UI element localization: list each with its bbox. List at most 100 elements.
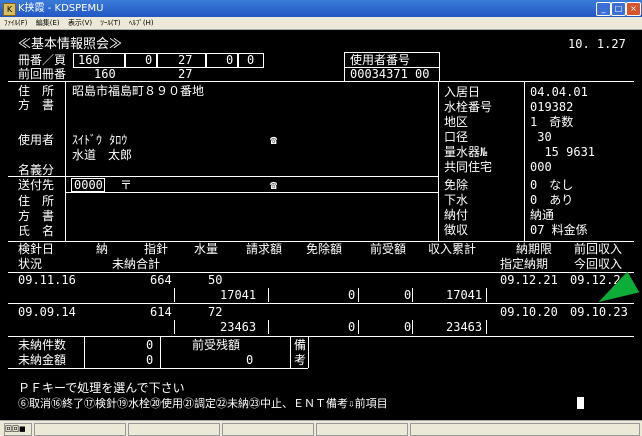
info-value: 0 なし xyxy=(530,178,574,192)
divider xyxy=(8,368,308,369)
window-title: K挟霞 - KDSPEMU xyxy=(18,3,104,14)
sendto-phone-icon: ☎ xyxy=(270,178,278,192)
divider xyxy=(8,81,634,82)
info-label: 納付 xyxy=(444,208,469,222)
divider xyxy=(268,320,269,334)
status-cell xyxy=(316,423,408,436)
user-label: 使用者 xyxy=(18,133,55,147)
info-value: 04.04.01 xyxy=(530,85,588,99)
note-label-2: 考 xyxy=(294,353,307,367)
status-cell xyxy=(410,423,640,436)
page-title: ≪基本情報照会≫ xyxy=(18,37,123,52)
prepaid-balance-label: 前受残額 xyxy=(192,338,241,352)
emulator-window: K K挟霞 - KDSPEMU _ □ × ﾌｧｲﾙ(F) 編集(E) 表示(V… xyxy=(0,0,642,436)
prepaid-balance: 0 xyxy=(246,353,254,367)
text-cursor xyxy=(577,397,584,409)
menu-bar: ﾌｧｲﾙ(F) 編集(E) 表示(V) ﾂｰﾙ(T) ﾍﾙﾌﾟ(H) xyxy=(0,17,642,30)
info-label: 徴収 xyxy=(444,223,469,237)
col-header: 前受額 xyxy=(370,242,407,256)
col-header: 状況 xyxy=(18,257,43,271)
close-button[interactable]: × xyxy=(626,2,641,16)
row-date: 09.09.14 xyxy=(18,305,76,319)
info-value: 07 料金係 xyxy=(530,223,588,237)
prompt-text: ＰＦキーで処理を選んで下さい xyxy=(18,381,185,395)
book-number-value: 160 xyxy=(78,53,100,67)
title-bar[interactable]: K K挟霞 - KDSPEMU _ □ × xyxy=(0,0,642,17)
book-sub-value: 0 xyxy=(145,53,153,67)
col-header: 未納合計 xyxy=(112,257,161,271)
col-header: 今回収入 xyxy=(574,257,623,271)
menu-file[interactable]: ﾌｧｲﾙ(F) xyxy=(4,19,28,27)
divider xyxy=(486,320,487,334)
row-volume: 72 xyxy=(208,305,223,319)
divider xyxy=(412,320,413,334)
menu-view[interactable]: 表示(V) xyxy=(68,19,92,27)
note-label: 備 xyxy=(294,338,307,352)
status-indicator: 回回■ xyxy=(4,423,32,436)
direction-label: 方 書 xyxy=(18,98,55,112)
row-amount: 23463 xyxy=(220,320,257,334)
row-due: 09.12.21 xyxy=(500,273,558,287)
divider xyxy=(358,320,359,334)
unpaid-amount-label: 未納金額 xyxy=(18,353,67,367)
user-number-label: 使用者番号 xyxy=(350,53,411,67)
col-header: 請求額 xyxy=(246,242,283,256)
col-header: 納期限 xyxy=(516,242,553,256)
book-page-label: 冊番／頁 xyxy=(18,53,67,67)
unpaid-count: 0 xyxy=(146,338,154,352)
info-label: 入居日 xyxy=(444,85,481,99)
info-label: 口径 xyxy=(444,130,469,144)
info-value: 019382 xyxy=(530,100,574,114)
divider xyxy=(65,81,66,241)
prev-page-value: 27 xyxy=(178,67,193,81)
prev-book-value: 160 xyxy=(94,67,116,81)
info-label: 共同住宅 xyxy=(444,160,493,174)
row-amount: 17041 xyxy=(220,288,257,302)
function-keys: ⑥取消⑯終了⑰検針⑲水栓⑳使用㉑調定㉒未納㉓中止、ＥＮＴ備考⇩前項目 xyxy=(18,397,388,410)
maximize-button[interactable]: □ xyxy=(611,2,626,16)
status-cell xyxy=(34,423,126,436)
status-cell xyxy=(222,423,314,436)
divider xyxy=(84,336,85,368)
row-prev-income: 09.10.23 xyxy=(570,305,628,319)
terminal-screen[interactable]: ≪基本情報照会≫ 10. 1.27 冊番／頁 160 0 27 0 0 使用者番… xyxy=(0,30,642,420)
current-date: 10. 1.27 xyxy=(568,37,626,51)
info-label: 水栓番号 xyxy=(444,100,493,114)
divider xyxy=(8,303,634,304)
address-value: 昭島市福島町８９０番地 xyxy=(72,84,205,98)
col-header: 前回収入 xyxy=(574,242,623,256)
row-prepaid: 0 xyxy=(404,320,412,334)
divider xyxy=(486,288,487,302)
sendto-code: 0000 xyxy=(74,178,103,192)
prev-book-label: 前回冊番 xyxy=(18,67,67,81)
user-number-value: 00034371 00 xyxy=(350,67,430,81)
postal-icon: 〒 xyxy=(120,178,133,192)
menu-help[interactable]: ﾍﾙﾌﾟ(H) xyxy=(129,19,154,27)
sendto-address-label: 住 所 xyxy=(18,194,55,208)
user-name: 水道 太郎 xyxy=(72,148,133,162)
col-header: 収入累計 xyxy=(428,242,477,256)
page-sub-value: 0 xyxy=(226,53,234,67)
col-header: 免除額 xyxy=(306,242,343,256)
menu-edit[interactable]: 編集(E) xyxy=(36,19,60,27)
row-volume: 50 xyxy=(208,273,223,287)
address-label: 住 所 xyxy=(18,84,55,98)
divider xyxy=(438,81,439,241)
col-header: 納 xyxy=(96,242,109,256)
app-icon: K xyxy=(3,3,16,16)
user-kana: ｽｲﾄﾞｳ ﾀﾛｳ xyxy=(72,133,128,147)
sendto-direction-label: 方 書 xyxy=(18,209,55,223)
minimize-button[interactable]: _ xyxy=(596,2,611,16)
divider xyxy=(268,288,269,302)
divider xyxy=(412,288,413,302)
menu-tools[interactable]: ﾂｰﾙ(T) xyxy=(100,19,120,27)
row-reading: 614 xyxy=(150,305,172,319)
col-header: 水量 xyxy=(194,242,219,256)
info-value: 15 9631 xyxy=(530,145,596,159)
row-prepaid: 0 xyxy=(404,288,412,302)
divider xyxy=(290,336,291,368)
info-label: 下水 xyxy=(444,193,469,207)
row-exempt: 0 xyxy=(348,288,356,302)
info-label: 免除 xyxy=(444,178,469,192)
info-value: 30 xyxy=(530,130,552,144)
